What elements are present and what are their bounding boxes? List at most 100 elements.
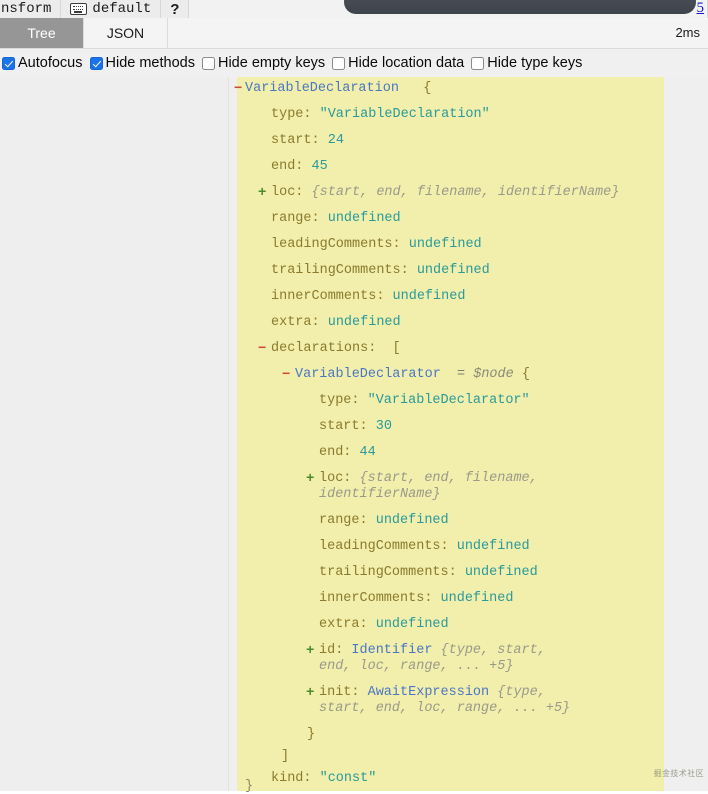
collapse-toggle-icon[interactable]: − (234, 81, 242, 97)
tree-undefined-value: undefined (327, 211, 401, 226)
tree-string-value: "VariableDeclaration" (319, 107, 490, 122)
view-tab-bar: Tree JSON 2ms (0, 18, 708, 49)
tree-row[interactable]: start: 24 (271, 133, 344, 149)
watermark-label: 掘金技术社区 (653, 769, 704, 778)
expand-toggle-icon[interactable]: + (306, 471, 314, 487)
tree-key: declarations: (271, 341, 393, 356)
tree-row[interactable]: } (307, 727, 315, 743)
option-hide-location-data-label: Hide location data (348, 55, 465, 71)
tree-key: innerComments: (319, 591, 441, 606)
expand-toggle-icon[interactable]: + (306, 643, 314, 659)
tree-key: trailingComments: (319, 565, 465, 580)
tree-key: init: (319, 685, 368, 700)
tree-row[interactable]: + loc: {start, end, filename, identifierN… (258, 185, 620, 201)
tree-key: start: (271, 133, 328, 148)
option-hide-empty-keys[interactable]: Hide empty keys (201, 55, 326, 71)
collapse-toggle-icon[interactable]: − (258, 341, 266, 357)
collapse-toggle-icon[interactable]: − (282, 367, 290, 383)
tree-row[interactable]: type: "VariableDeclaration" (271, 107, 490, 123)
tree-row[interactable]: extra: undefined (319, 617, 449, 633)
tree-key: loc: (271, 185, 312, 200)
toolbar-transform-label: nsform (1, 0, 52, 17)
tree-token: = (440, 367, 474, 382)
checkbox-hide-methods[interactable] (89, 56, 103, 70)
tree-node-type: VariableDeclarator (295, 367, 441, 382)
tree-row[interactable]: − VariableDeclarator = $node { (282, 367, 530, 383)
tree-token: { (513, 367, 530, 382)
tab-json-label: JSON (106, 25, 145, 41)
help-question-icon: ? (170, 0, 180, 18)
tree-row[interactable]: end: 44 (319, 445, 376, 461)
tree-key: kind: (271, 771, 320, 786)
tree-options-bar: Autofocus Hide methods Hide empty keys H… (0, 49, 708, 77)
tree-key: start: (319, 419, 376, 434)
tree-row[interactable]: innerComments: undefined (271, 289, 465, 305)
expand-toggle-icon[interactable]: + (258, 185, 266, 201)
tree-token: ] (281, 749, 290, 764)
tab-json[interactable]: JSON (84, 18, 168, 48)
tree-row[interactable]: leadingComments: undefined (319, 539, 530, 555)
tree-row[interactable]: + loc: {start, end, filename, identifierN… (306, 471, 569, 503)
tree-shape-preview: {start, end, filename, identifierName} (311, 185, 620, 200)
tree-token: } (307, 727, 316, 742)
checkbox-hide-location-data[interactable] (332, 56, 346, 70)
tree-key: innerComments: (271, 289, 393, 304)
tree-right-gutter (664, 77, 708, 791)
tree-row[interactable]: range: undefined (319, 513, 449, 529)
tree-row[interactable]: range: undefined (271, 211, 401, 227)
tree-row[interactable]: extra: undefined (271, 315, 401, 331)
tree-key: type: (319, 393, 368, 408)
option-autofocus[interactable]: Autofocus (2, 55, 83, 71)
tree-row[interactable]: + id: Identifier {type, start, end, loc, … (306, 643, 579, 675)
tree-row[interactable]: + init: AwaitExpression {type, start, end… (306, 685, 589, 717)
checkbox-hide-empty-keys[interactable] (201, 56, 215, 70)
tree-row[interactable]: trailingComments: undefined (271, 263, 490, 279)
option-hide-location-data[interactable]: Hide location data (332, 55, 464, 71)
tree-string-value: "VariableDeclarator" (367, 393, 530, 408)
tree-key: leadingComments: (271, 237, 409, 252)
tree-row[interactable]: leadingComments: undefined (271, 237, 482, 253)
tree-row[interactable]: type: "VariableDeclarator" (319, 393, 530, 409)
tree-row[interactable]: start: 30 (319, 419, 392, 435)
tree-key: id: (319, 643, 352, 658)
tree-row[interactable]: end: 45 (271, 159, 328, 175)
tree-row[interactable]: − declarations: [ (258, 341, 401, 357)
option-hide-type-keys[interactable]: Hide type keys (471, 55, 582, 71)
vertical-scrollbar[interactable] (703, 77, 708, 791)
tree-undefined-value: undefined (408, 237, 482, 252)
tree-undefined-value: undefined (392, 289, 466, 304)
tree-undefined-value: undefined (375, 513, 449, 528)
tree-row[interactable]: − VariableDeclaration { (234, 81, 432, 97)
tree-undefined-value: undefined (327, 315, 401, 330)
option-hide-type-keys-label: Hide type keys (487, 55, 583, 71)
option-hide-methods-label: Hide methods (105, 55, 195, 71)
tab-tree-label: Tree (27, 25, 56, 41)
tree-token: { (398, 81, 432, 96)
checkbox-hide-type-keys[interactable] (471, 56, 485, 70)
tree-key: end: (319, 445, 360, 460)
dark-overlay-pill[interactable] (344, 0, 696, 14)
tree-row[interactable]: innerComments: undefined (319, 591, 513, 607)
tree-node-type: VariableDeclaration (245, 81, 399, 96)
tree-key: loc: (319, 471, 360, 486)
tree-node-type: AwaitExpression (367, 685, 490, 700)
keyboard-icon (70, 3, 88, 15)
tree-trailing-brace: } (245, 779, 254, 794)
corner-count-link[interactable]: 5 (697, 0, 705, 17)
tree-row[interactable]: ] (281, 749, 289, 765)
tree-left-gutter (0, 77, 229, 791)
toolbar-item-preset-default[interactable]: default (61, 0, 162, 18)
tree-key: range: (319, 513, 376, 528)
checkbox-autofocus[interactable] (2, 56, 15, 70)
ast-tree-viewport: − VariableDeclaration {type: "VariableDec… (0, 77, 708, 791)
tree-key: leadingComments: (319, 539, 457, 554)
expand-toggle-icon[interactable]: + (306, 685, 314, 701)
tab-tree[interactable]: Tree (0, 18, 84, 48)
option-hide-methods[interactable]: Hide methods (89, 55, 195, 71)
tree-number-value: 24 (327, 133, 344, 148)
toolbar-item-transform[interactable]: nsform (0, 0, 62, 18)
tree-row[interactable]: trailingComments: undefined (319, 565, 538, 581)
option-hide-empty-keys-label: Hide empty keys (217, 55, 326, 71)
toolbar-item-help[interactable]: ? (161, 0, 190, 18)
tree-row[interactable]: kind: "const" (271, 771, 376, 787)
